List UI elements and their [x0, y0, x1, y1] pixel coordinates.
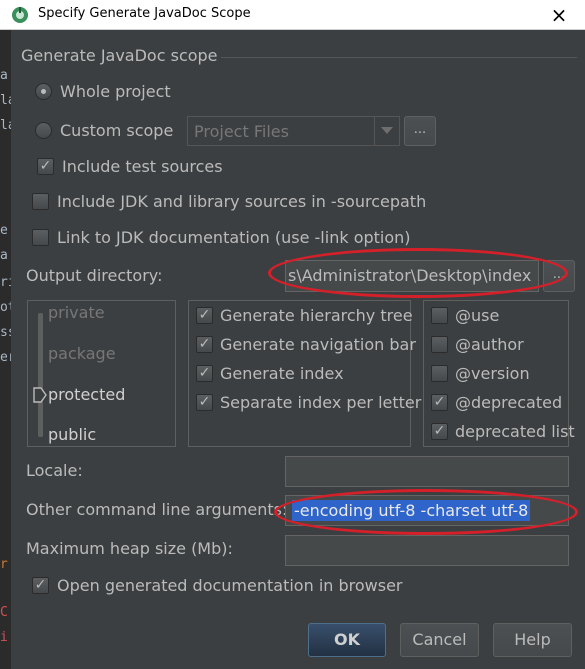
custom-scope-value: Project Files [194, 122, 289, 141]
cancel-button[interactable]: Cancel [400, 623, 479, 657]
editor-fragment: ss [0, 325, 11, 340]
deprecated-list-label[interactable]: deprecated list [455, 422, 575, 441]
custom-scope-browse-button[interactable]: ... [404, 116, 436, 146]
close-button[interactable]: × [533, 0, 585, 30]
deprecated-tag-checkbox[interactable]: ✓ [431, 394, 448, 411]
use-tag-label[interactable]: @use [455, 306, 499, 325]
generate-index-checkbox[interactable]: ✓ [196, 365, 213, 382]
output-directory-field[interactable]: s\Administrator\Desktop\index [285, 260, 539, 292]
include-jdk-label[interactable]: Include JDK and library sources in -sour… [57, 192, 426, 211]
visibility-private[interactable]: private [48, 303, 105, 322]
chevron-down-icon [381, 127, 393, 134]
editor-fragment: ri [0, 275, 11, 290]
author-tag-label[interactable]: @author [455, 335, 524, 354]
separate-index-label[interactable]: Separate index per letter [220, 393, 421, 412]
visibility-public[interactable]: public [48, 425, 96, 444]
editor-fragment: C [0, 605, 8, 620]
navigation-bar-checkbox[interactable]: ✓ [196, 336, 213, 353]
visibility-package[interactable]: package [48, 344, 116, 363]
separate-index-checkbox[interactable]: ✓ [196, 394, 213, 411]
open-in-browser-label[interactable]: Open generated documentation in browser [57, 576, 403, 595]
whole-project-radio[interactable] [35, 83, 52, 100]
editor-fragment: er [0, 350, 11, 365]
hierarchy-tree-checkbox[interactable]: ✓ [196, 307, 213, 324]
tags-panel: @use @author @version ✓ @deprecated ✓ de… [423, 300, 575, 447]
cmdline-field[interactable]: -encoding utf-8 -charset utf-8 [285, 495, 569, 526]
open-in-browser-checkbox[interactable]: ✓ [32, 577, 49, 594]
navigation-bar-label[interactable]: Generate navigation bar [220, 335, 416, 354]
cmdline-value: -encoding utf-8 -charset utf-8 [292, 500, 531, 521]
dialog-body: Generate JavaDoc scope Whole project Cus… [11, 30, 585, 669]
editor-fragment: a [0, 68, 8, 83]
whole-project-label[interactable]: Whole project [60, 82, 171, 101]
output-directory-label: Output directory: [26, 266, 163, 285]
output-directory-browse-button[interactable]: ... [543, 260, 575, 292]
version-tag-label[interactable]: @version [455, 364, 530, 383]
heap-size-field[interactable] [285, 535, 569, 566]
visibility-panel: private package protected public [27, 300, 176, 447]
editor-fragment: la [0, 118, 11, 133]
link-jdk-label[interactable]: Link to JDK documentation (use -link opt… [57, 228, 411, 247]
author-tag-checkbox[interactable] [431, 336, 448, 353]
generate-options-panel: ✓ Generate hierarchy tree ✓ Generate nav… [188, 300, 421, 447]
hierarchy-tree-label[interactable]: Generate hierarchy tree [220, 306, 413, 325]
editor-fragment: la [0, 93, 11, 108]
version-tag-checkbox[interactable] [431, 365, 448, 382]
heap-size-label: Maximum heap size (Mb): [26, 539, 233, 558]
background-editor-strip: a la la e a ri ot ss er r C i [0, 30, 11, 669]
custom-scope-select[interactable]: Project Files [187, 116, 400, 146]
android-studio-icon [12, 7, 28, 23]
custom-scope-radio[interactable] [35, 122, 52, 139]
window-title: Specify Generate JavaDoc Scope [38, 6, 251, 21]
locale-label: Locale: [26, 461, 83, 480]
include-test-sources-label[interactable]: Include test sources [62, 157, 223, 176]
select-divider [374, 117, 375, 145]
editor-fragment: r [0, 557, 8, 572]
visibility-slider-track[interactable] [38, 313, 43, 437]
editor-fragment: i [0, 630, 8, 645]
visibility-protected[interactable]: protected [48, 385, 125, 404]
generate-index-label[interactable]: Generate index [220, 364, 344, 383]
scope-group-title: Generate JavaDoc scope [21, 46, 218, 65]
use-tag-checkbox[interactable] [431, 307, 448, 324]
link-jdk-checkbox[interactable] [32, 229, 49, 246]
include-jdk-checkbox[interactable] [32, 193, 49, 210]
custom-scope-label[interactable]: Custom scope [60, 121, 173, 140]
ok-button[interactable]: OK [308, 623, 386, 657]
output-directory-value: s\Administrator\Desktop\index [288, 266, 532, 285]
deprecated-tag-label[interactable]: @deprecated [455, 393, 562, 412]
deprecated-list-checkbox[interactable]: ✓ [431, 423, 448, 440]
group-separator [221, 57, 577, 58]
cmdline-label: Other command line arguments: [26, 500, 288, 519]
editor-fragment: e [0, 223, 8, 238]
visibility-slider-thumb[interactable] [33, 387, 47, 403]
include-test-sources-checkbox[interactable]: ✓ [37, 158, 54, 175]
title-bar: Specify Generate JavaDoc Scope × [0, 0, 585, 30]
locale-field[interactable] [285, 456, 569, 487]
editor-fragment: a [0, 248, 8, 263]
help-button[interactable]: Help [493, 623, 572, 657]
editor-fragment: ot [0, 300, 11, 315]
